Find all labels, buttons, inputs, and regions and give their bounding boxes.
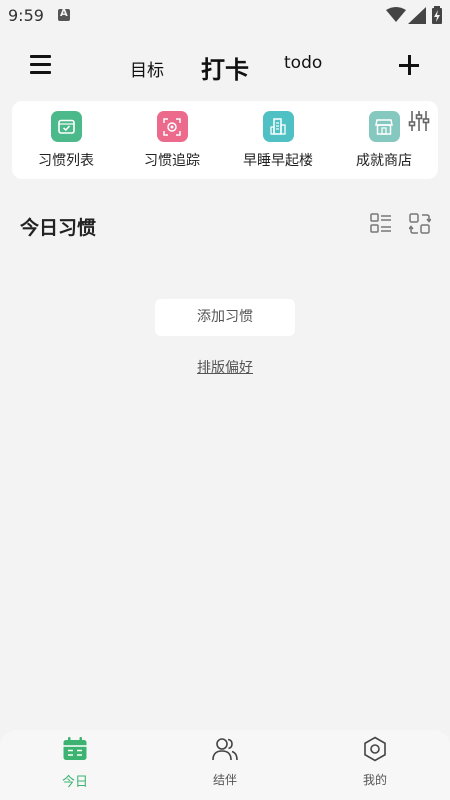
calendar-icon — [63, 737, 87, 760]
add-habit-button[interactable]: 添加习惯 — [155, 299, 295, 336]
tab-todo[interactable]: todo — [284, 53, 322, 73]
nav-label-partner: 结伴 — [212, 773, 237, 787]
status-time: 9:59 — [8, 6, 44, 25]
store-icon — [368, 111, 400, 142]
tab-goals[interactable]: 目标 — [130, 56, 164, 81]
calendar-check-icon — [50, 111, 82, 142]
status-bar: 9:59 — [0, 0, 450, 32]
shortcut-card: 习惯列表 习惯追踪 早睡早起楼 成就商店 — [12, 101, 438, 179]
battery-charging-icon — [432, 6, 442, 24]
shortcut-early-sleep-building[interactable]: 早睡早起楼 — [228, 111, 328, 170]
shortcut-label: 早睡早起楼 — [243, 153, 313, 169]
tab-checkin[interactable]: 打卡 — [201, 50, 249, 85]
shortcut-label: 习惯列表 — [38, 153, 94, 169]
layout-preference-link-row: 排版偏好 — [0, 357, 450, 377]
hamburger-menu-icon[interactable] — [30, 55, 54, 77]
users-icon — [212, 738, 238, 761]
layout-preference-link[interactable]: 排版偏好 — [197, 360, 253, 376]
nav-item-today[interactable]: 今日 — [30, 736, 120, 790]
shortcut-label: 习惯追踪 — [144, 153, 200, 169]
building-icon — [262, 111, 294, 142]
plus-icon[interactable] — [399, 55, 419, 75]
notification-a-icon — [58, 8, 70, 21]
target-scan-icon — [156, 111, 188, 142]
nav-label-mine: 我的 — [362, 773, 387, 787]
list-view-icon[interactable] — [370, 213, 392, 235]
swap-layout-icon[interactable] — [409, 213, 431, 235]
sliders-icon[interactable] — [408, 110, 430, 132]
nav-item-partner[interactable]: 结伴 — [180, 736, 270, 788]
screen: 9:59 目标 打卡 todo — [0, 0, 450, 800]
shortcut-label: 成就商店 — [356, 153, 412, 169]
wifi-icon — [386, 7, 406, 22]
section-title-today-habits: 今日习惯 — [20, 217, 97, 239]
signal-icon — [408, 7, 426, 24]
gear-icon — [364, 736, 386, 762]
top-bar: 目标 打卡 todo — [0, 40, 450, 90]
nav-label-today: 今日 — [61, 775, 88, 790]
shortcut-habit-tracking[interactable]: 习惯追踪 — [122, 111, 222, 170]
bottom-nav: 今日 结伴 我的 — [0, 730, 450, 800]
shortcut-habit-list[interactable]: 习惯列表 — [16, 111, 116, 170]
nav-item-mine[interactable]: 我的 — [330, 736, 420, 788]
